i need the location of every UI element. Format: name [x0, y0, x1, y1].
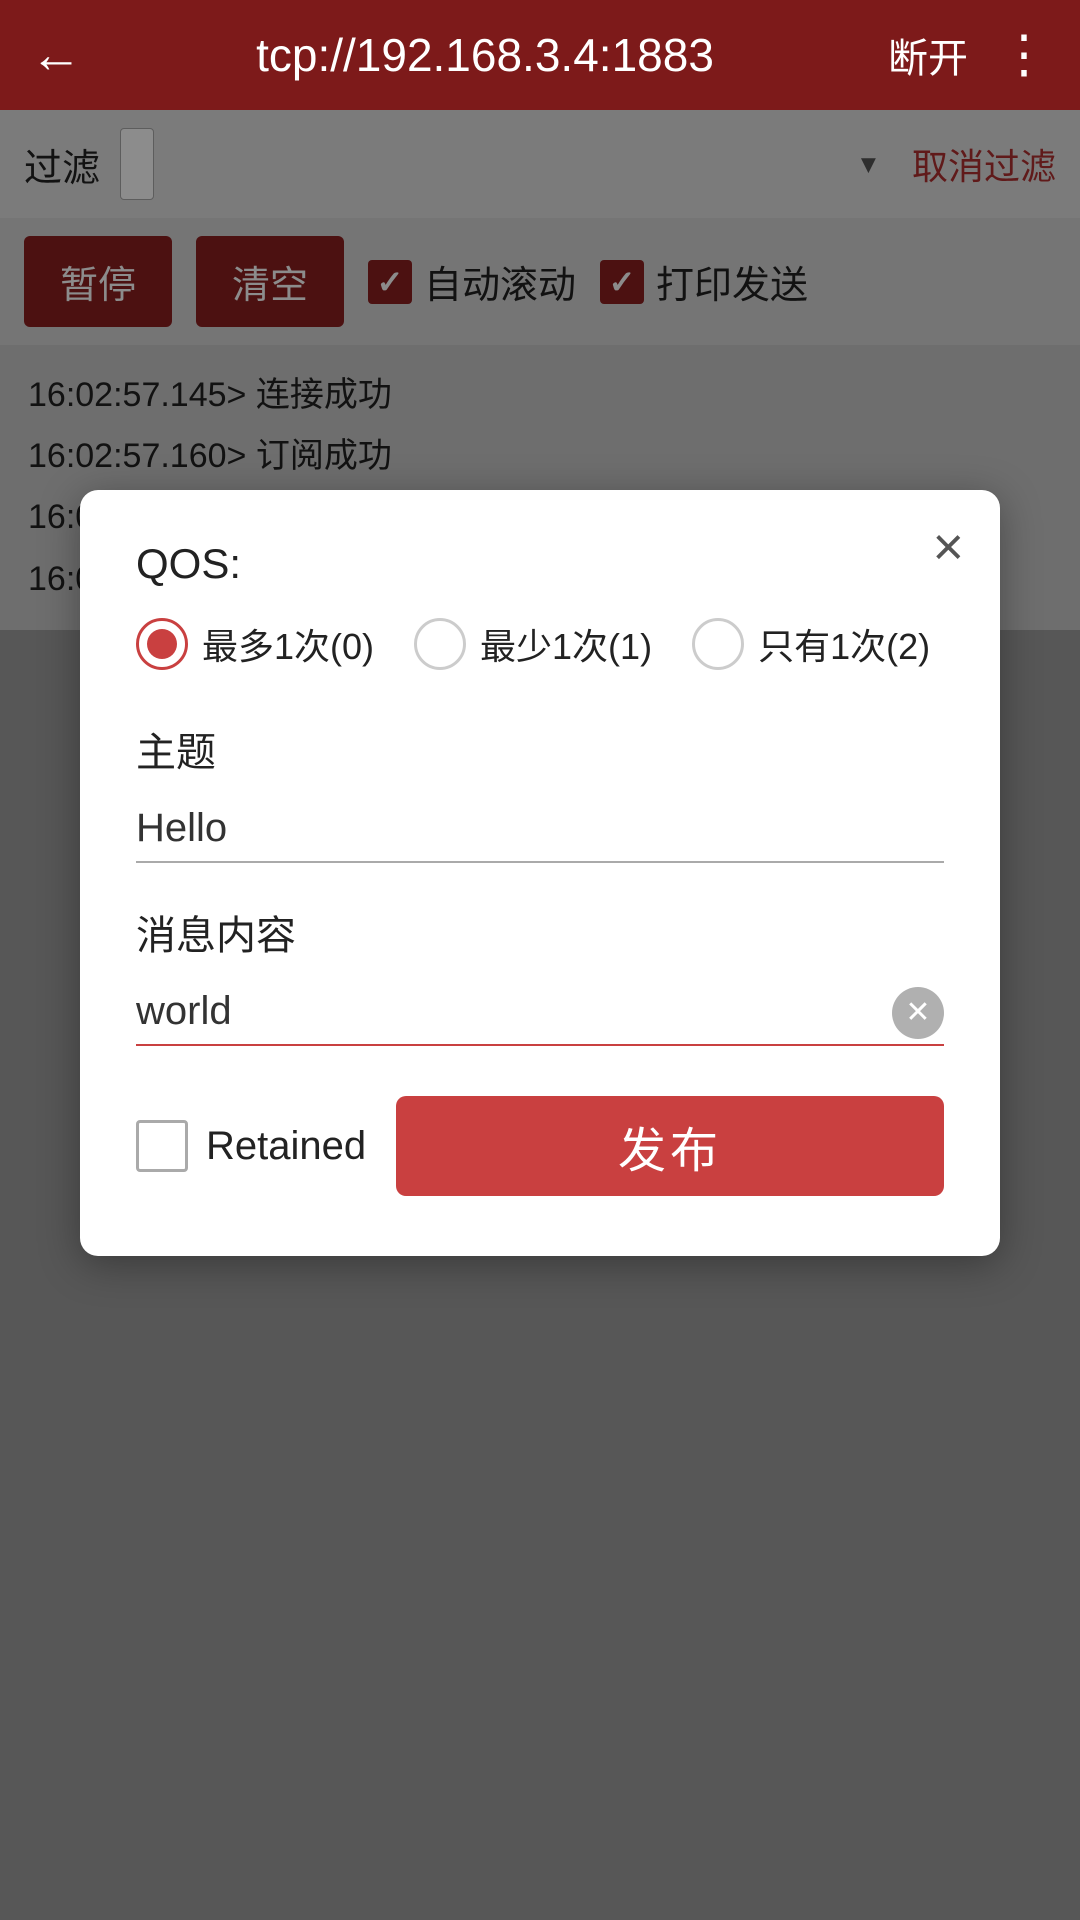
message-input-wrap: ✕	[136, 979, 944, 1046]
disconnect-button[interactable]: 断开	[888, 26, 968, 84]
message-section: 消息内容 ✕	[136, 903, 944, 1046]
message-input[interactable]	[136, 979, 944, 1046]
qos-radio-2[interactable]	[692, 618, 744, 670]
message-clear-button[interactable]: ✕	[892, 987, 944, 1039]
qos-label-0: 最多1次(0)	[202, 618, 374, 670]
main-content: 过滤 ▾ 取消过滤 暂停 清空 自动滚动 打印发送 16:02:57.145> …	[0, 110, 1080, 1920]
qos-label: QOS:	[136, 540, 944, 588]
top-bar: ← tcp://192.168.3.4:1883 断开 ⋮	[0, 0, 1080, 110]
qos-label-1: 最少1次(1)	[480, 618, 652, 670]
topic-section: 主题	[136, 720, 944, 863]
dialog-overlay: × QOS: 最多1次(0) 最少1次(1) 只有1次(2)	[0, 110, 1080, 1920]
menu-button[interactable]: ⋮	[998, 25, 1050, 85]
qos-label-2: 只有1次(2)	[758, 618, 930, 670]
page-title: tcp://192.168.3.4:1883	[102, 28, 868, 82]
retained-wrap: Retained	[136, 1120, 366, 1172]
publish-button[interactable]: 发布	[396, 1096, 944, 1196]
dialog-bottom: Retained 发布	[136, 1096, 944, 1196]
qos-radio-inner-0	[147, 629, 177, 659]
message-label: 消息内容	[136, 903, 944, 961]
qos-option-1[interactable]: 最少1次(1)	[414, 618, 652, 670]
qos-option-0[interactable]: 最多1次(0)	[136, 618, 374, 670]
topic-label: 主题	[136, 720, 944, 778]
topic-input[interactable]	[136, 796, 944, 863]
qos-option-2[interactable]: 只有1次(2)	[692, 618, 930, 670]
close-icon: ✕	[905, 995, 930, 1030]
publish-dialog: × QOS: 最多1次(0) 最少1次(1) 只有1次(2)	[80, 490, 1000, 1256]
qos-radio-0[interactable]	[136, 618, 188, 670]
close-button[interactable]: ×	[932, 520, 964, 574]
qos-radio-1[interactable]	[414, 618, 466, 670]
retained-label: Retained	[206, 1124, 366, 1169]
back-button[interactable]: ←	[30, 29, 82, 81]
qos-group: 最多1次(0) 最少1次(1) 只有1次(2)	[136, 618, 944, 670]
retained-checkbox[interactable]	[136, 1120, 188, 1172]
